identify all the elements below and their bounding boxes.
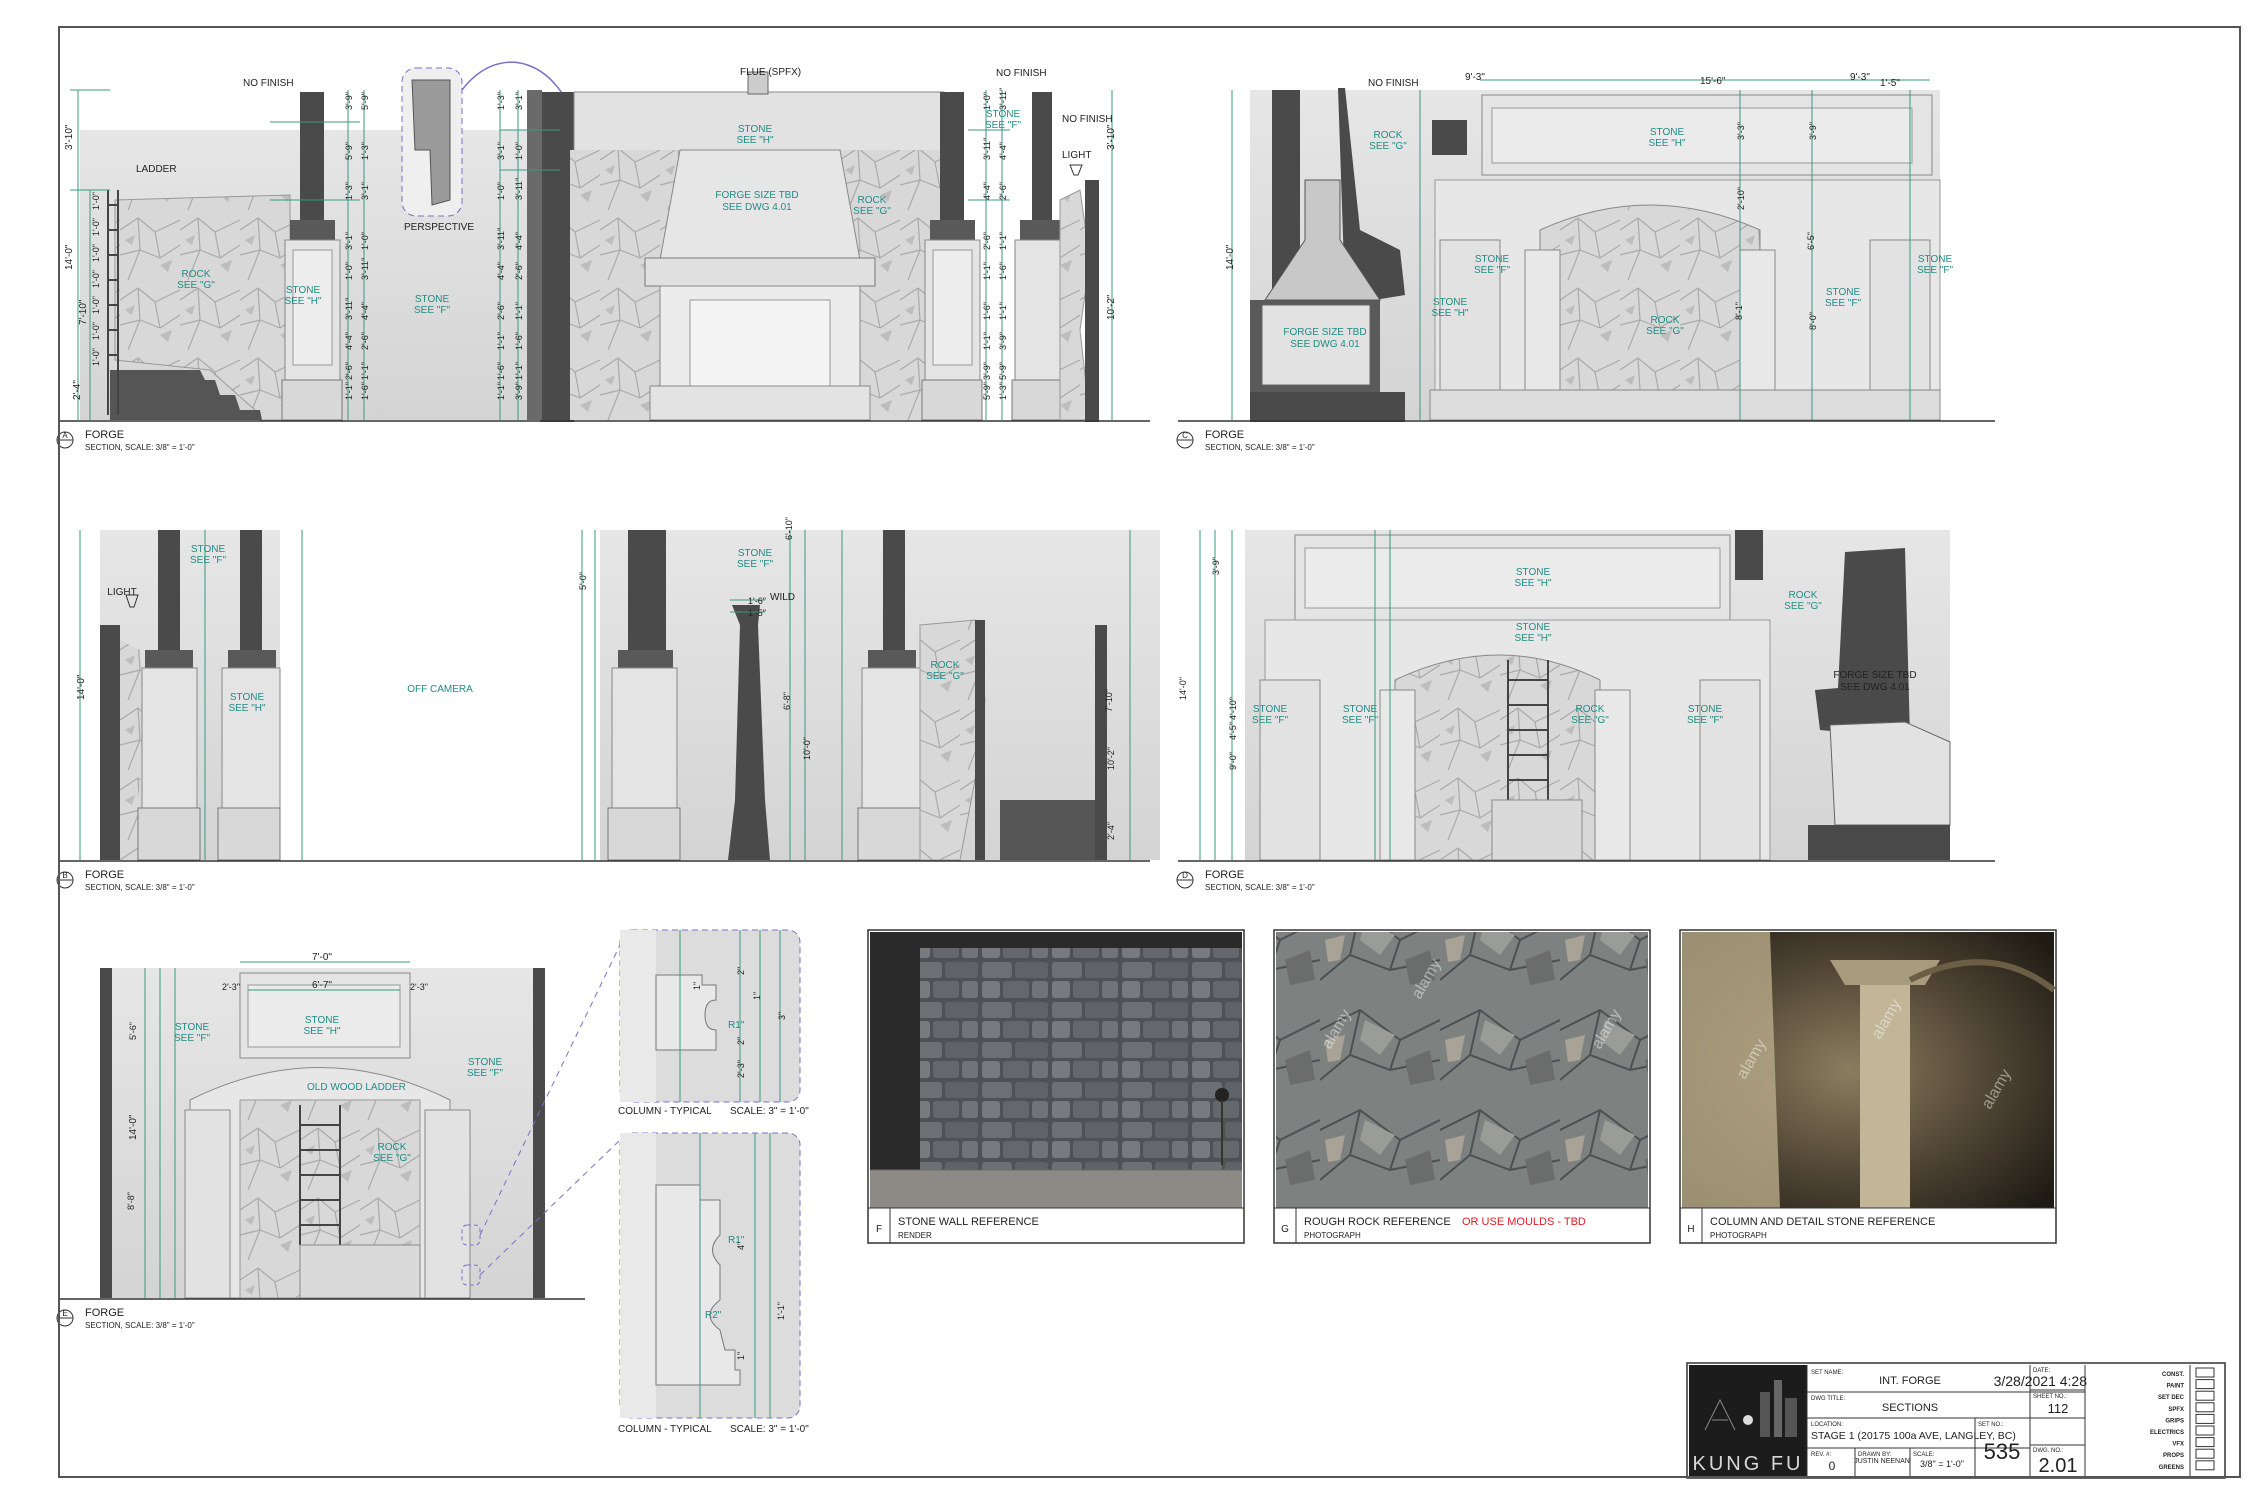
sheet-border	[58, 26, 2241, 1478]
